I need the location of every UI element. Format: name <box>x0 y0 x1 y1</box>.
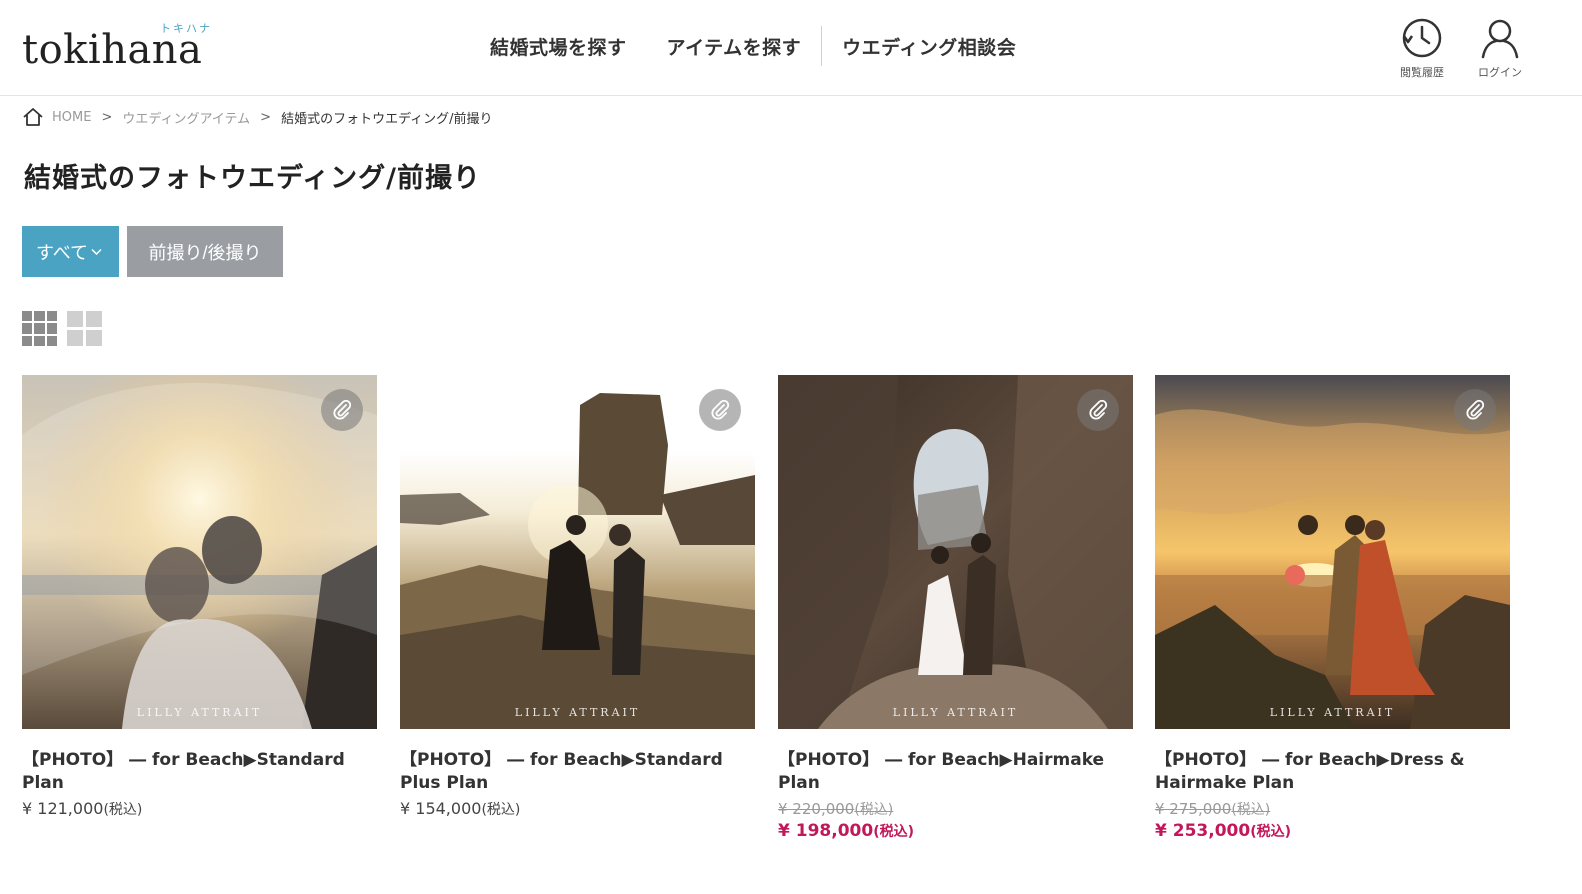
product-card[interactable]: LILLY ATTRAIT 【PHOTO】 ― for Beach▶Dress … <box>1155 375 1510 841</box>
sale-price: ¥ 198,000(税込) <box>778 821 1133 841</box>
price-value: ¥ 121,000 <box>22 799 104 818</box>
original-price-value: ¥ 275,000 <box>1155 800 1232 818</box>
cave-arch-photo <box>778 375 1133 729</box>
breadcrumb-wedding-items[interactable]: ウエディングアイテム <box>122 108 250 127</box>
breadcrumb-home[interactable]: HOME <box>52 110 91 125</box>
beach-rocks-photo <box>400 375 755 729</box>
view-toggle <box>22 311 102 346</box>
tax-label: (税込) <box>1250 824 1291 840</box>
product-title[interactable]: 【PHOTO】 ― for Beach▶Dress & Hairmake Pla… <box>1155 749 1510 795</box>
login-button[interactable]: ログイン <box>1465 16 1535 86</box>
product-photo[interactable]: LILLY ATTRAIT <box>778 375 1133 729</box>
nav-find-items[interactable]: アイテムを探す <box>647 33 822 60</box>
tax-label: (税込) <box>481 802 521 818</box>
chevron-down-icon <box>91 248 102 255</box>
product-title[interactable]: 【PHOTO】 ― for Beach▶Hairmake Plan <box>778 749 1133 795</box>
photo-watermark: LILLY ATTRAIT <box>514 706 641 719</box>
price-value: ¥ 154,000 <box>400 799 482 818</box>
original-price-value: ¥ 220,000 <box>778 800 855 818</box>
user-icon <box>1481 19 1519 59</box>
product-price: ¥ 121,000(税込) <box>22 799 377 819</box>
filter-photo-button[interactable]: 前撮り/後撮り <box>127 226 283 277</box>
filter-all-label: すべて <box>36 242 89 263</box>
paperclip-icon <box>1089 399 1108 420</box>
tax-label: (税込) <box>854 802 894 818</box>
product-photo[interactable]: LILLY ATTRAIT <box>22 375 377 729</box>
tax-label: (税込) <box>103 802 143 818</box>
photo-watermark: LILLY ATTRAIT <box>892 706 1019 719</box>
nav-consultation[interactable]: ウエディング相談会 <box>822 33 1036 60</box>
history-button[interactable]: 閲覧履歴 <box>1387 16 1457 86</box>
sunset-cliff-photo <box>1155 375 1510 729</box>
product-title[interactable]: 【PHOTO】 ― for Beach▶Standard Plus Plan <box>400 749 755 795</box>
photo-watermark: LILLY ATTRAIT <box>1269 706 1396 719</box>
original-price: ¥ 275,000(税込) <box>1155 799 1510 819</box>
global-nav: 結婚式場を探す アイテムを探す ウエディング相談会 <box>470 26 1036 66</box>
grid-2-view-icon[interactable] <box>67 311 102 346</box>
product-card[interactable]: LILLY ATTRAIT 【PHOTO】 ― for Beach▶Standa… <box>400 375 755 819</box>
bookmark-clip-button[interactable] <box>321 389 363 431</box>
paperclip-icon <box>1466 399 1485 420</box>
paperclip-icon <box>711 399 730 420</box>
site-header: トキハナ tokihana 結婚式場を探す アイテムを探す ウエディング相談会 … <box>0 0 1582 96</box>
bookmark-clip-button[interactable] <box>1077 389 1119 431</box>
bookmark-clip-button[interactable] <box>699 389 741 431</box>
home-icon[interactable] <box>22 107 44 127</box>
photo-watermark: LILLY ATTRAIT <box>136 706 263 719</box>
page-title: 結婚式のフォトウエディング/前撮り <box>24 163 481 194</box>
site-logo[interactable]: トキハナ tokihana <box>22 20 222 76</box>
history-label: 閲覧履歴 <box>1400 66 1444 79</box>
logo-text: tokihana <box>22 27 203 73</box>
product-grid: LILLY ATTRAIT 【PHOTO】 ― for Beach▶Standa… <box>22 375 1510 865</box>
breadcrumb-separator: > <box>260 109 272 125</box>
original-price: ¥ 220,000(税込) <box>778 799 1133 819</box>
sale-price-value: ¥ 253,000 <box>1155 821 1251 841</box>
sale-price-value: ¥ 198,000 <box>778 821 874 841</box>
product-photo[interactable]: LILLY ATTRAIT <box>400 375 755 729</box>
product-photo[interactable]: LILLY ATTRAIT <box>1155 375 1510 729</box>
product-title[interactable]: 【PHOTO】 ― for Beach▶Standard Plan <box>22 749 377 795</box>
product-card[interactable]: LILLY ATTRAIT 【PHOTO】 ― for Beach▶Hairma… <box>778 375 1133 841</box>
product-card[interactable]: LILLY ATTRAIT 【PHOTO】 ― for Beach▶Standa… <box>22 375 377 819</box>
grid-3-view-icon[interactable] <box>22 311 57 346</box>
breadcrumb-separator: > <box>101 109 113 125</box>
breadcrumb: HOME > ウエディングアイテム > 結婚式のフォトウエディング/前撮り <box>22 106 493 128</box>
couple-veil-photo <box>22 375 377 729</box>
filter-all-button[interactable]: すべて <box>22 226 119 277</box>
bookmark-clip-button[interactable] <box>1454 389 1496 431</box>
sale-price: ¥ 253,000(税込) <box>1155 821 1510 841</box>
tax-label: (税込) <box>1231 802 1271 818</box>
tax-label: (税込) <box>873 824 914 840</box>
clock-icon <box>1402 18 1442 58</box>
breadcrumb-current: 結婚式のフォトウエディング/前撮り <box>281 111 493 127</box>
login-label: ログイン <box>1478 66 1522 79</box>
category-filters: すべて 前撮り/後撮り <box>22 226 283 277</box>
product-price: ¥ 154,000(税込) <box>400 799 755 819</box>
nav-find-venue[interactable]: 結婚式場を探す <box>470 33 647 60</box>
filter-photo-label: 前撮り/後撮り <box>148 242 262 263</box>
paperclip-icon <box>333 399 352 420</box>
